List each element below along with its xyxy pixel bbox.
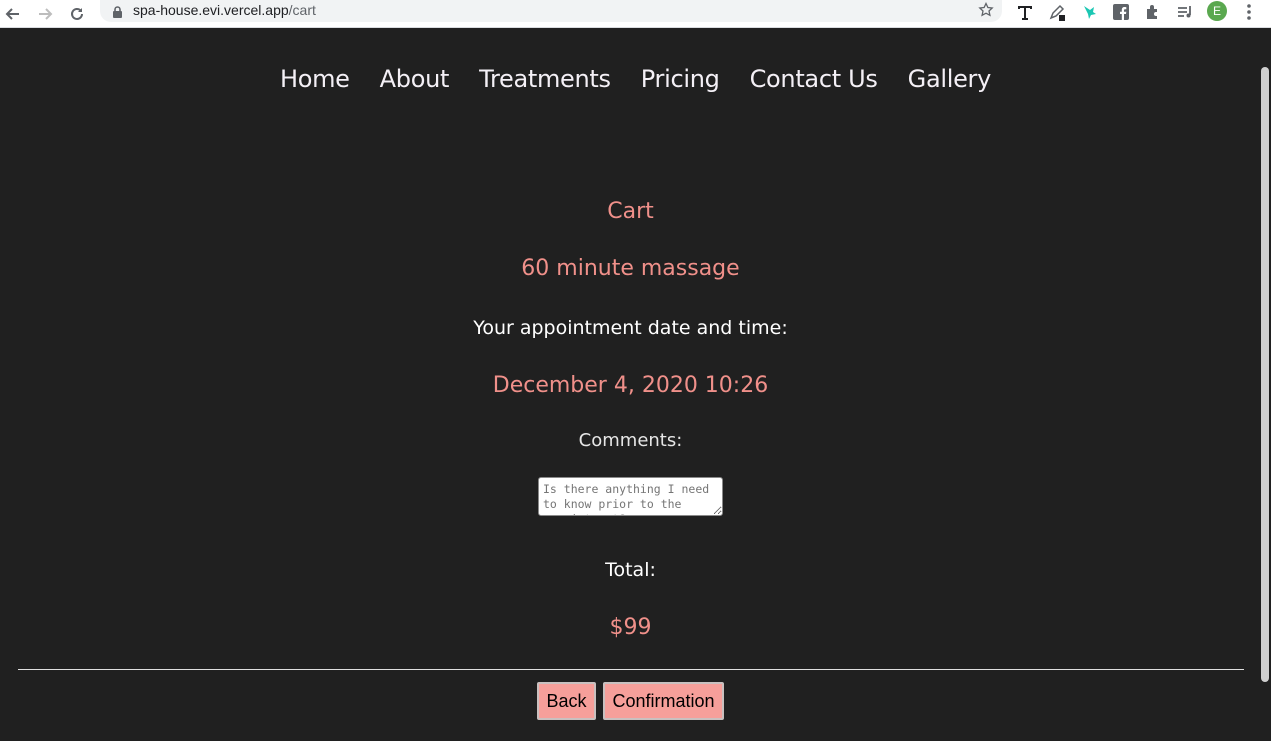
confirmation-button[interactable]: Confirmation [603,682,724,720]
service-name: 60 minute massage [521,256,740,281]
nav-about[interactable]: About [380,65,450,93]
comments-label: Comments: [578,430,683,451]
reload-icon[interactable] [66,3,88,25]
bird-extension-icon[interactable] [1079,2,1099,22]
total-price: $99 [609,615,652,640]
comments-textarea[interactable] [538,477,723,516]
url-text: spa-house.evi.vercel.app/cart [133,2,316,18]
nav-pricing[interactable]: Pricing [641,65,720,93]
back-button[interactable]: Back [537,682,596,720]
page-scrollbar[interactable] [1261,67,1269,682]
pen-extension-icon[interactable] [1047,2,1067,22]
lock-icon [112,4,123,23]
page-content: Home About Treatments Pricing Contact Us… [0,29,1271,741]
puzzle-extensions-icon[interactable] [1143,2,1163,22]
cart-heading: Cart [607,199,654,224]
main-nav: Home About Treatments Pricing Contact Us… [0,65,1271,93]
browser-toolbar: spa-house.evi.vercel.app/cart E [0,0,1271,28]
divider [18,669,1244,670]
nav-treatments[interactable]: Treatments [479,65,611,93]
nav-contact-us[interactable]: Contact Us [750,65,878,93]
menu-dots-icon[interactable] [1239,2,1259,22]
nav-gallery[interactable]: Gallery [908,65,992,93]
back-arrow-icon[interactable] [2,3,24,25]
forward-arrow-icon[interactable] [34,3,56,25]
facebook-icon[interactable] [1111,2,1131,22]
media-queue-icon[interactable] [1175,2,1195,22]
appointment-label: Your appointment date and time: [473,317,788,339]
profile-avatar[interactable]: E [1207,1,1227,21]
appointment-datetime: December 4, 2020 10:26 [492,373,769,398]
nav-home[interactable]: Home [280,65,350,93]
text-extension-icon[interactable] [1015,2,1035,22]
address-bar[interactable]: spa-house.evi.vercel.app/cart [100,0,1002,22]
star-icon[interactable] [978,1,994,22]
total-label: Total: [605,559,656,581]
